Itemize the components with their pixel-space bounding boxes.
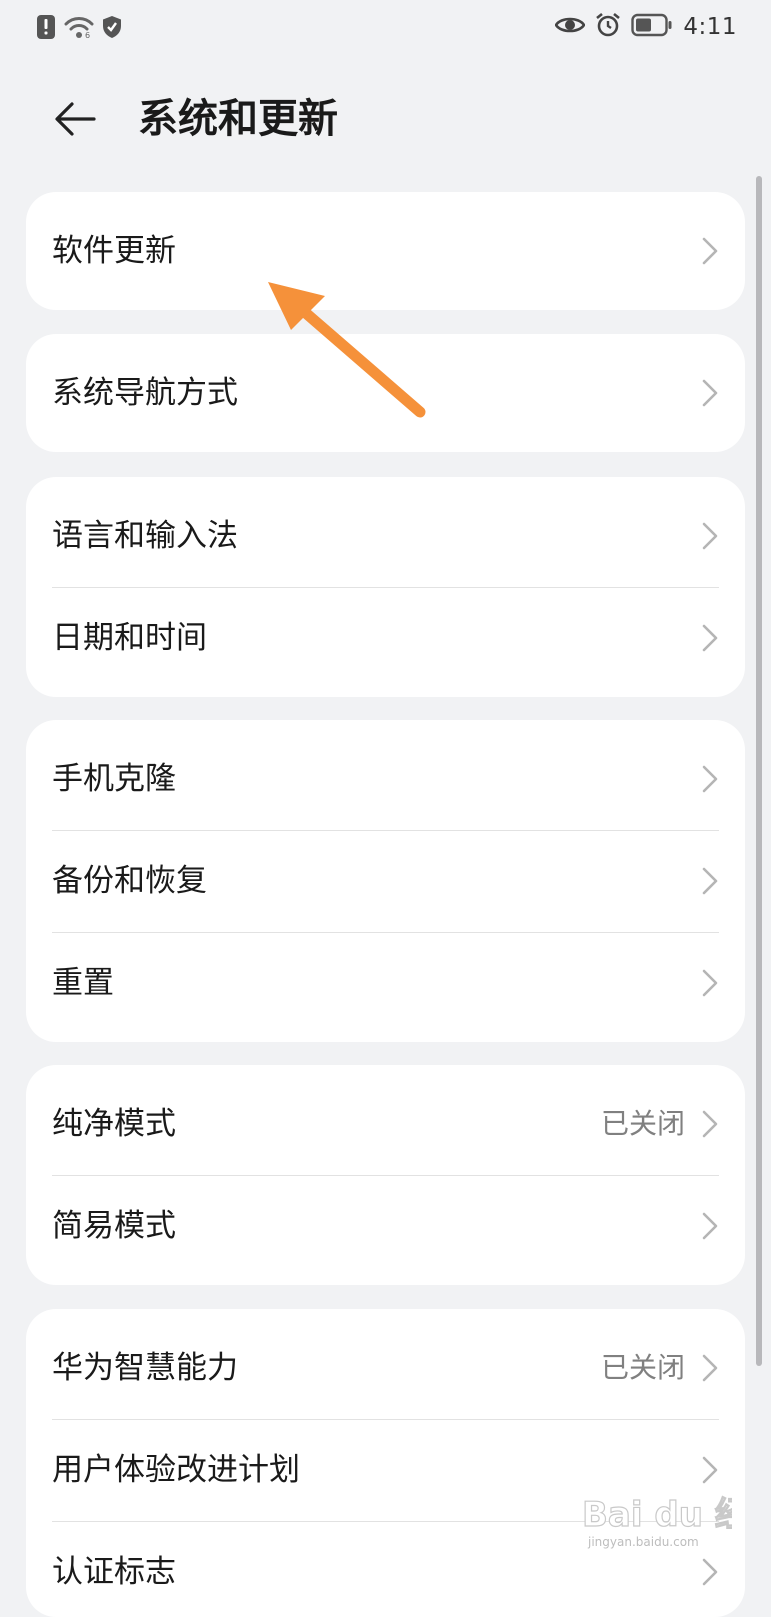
item-label: 系统导航方式 [52, 375, 238, 411]
chevron-right-icon [702, 624, 718, 652]
settings-card-backup-reset: 手机克隆 备份和恢复 重置 [26, 720, 745, 1042]
page-title: 系统和更新 [138, 96, 338, 142]
item-label: 简易模式 [52, 1208, 176, 1244]
battery-icon [631, 13, 673, 41]
watermark-text: Bai du 经验 [582, 1495, 732, 1535]
settings-item-phone-clone[interactable]: 手机克隆 [26, 728, 745, 830]
item-label: 用户体验改进计划 [52, 1452, 300, 1488]
wifi-icon: 6 [64, 15, 94, 43]
item-label: 软件更新 [52, 233, 176, 269]
settings-card-navigation: 系统导航方式 [26, 334, 745, 452]
chevron-right-icon [702, 237, 718, 265]
chevron-right-icon [702, 1456, 718, 1484]
settings-item-backup-restore[interactable]: 备份和恢复 [26, 830, 745, 932]
eye-icon [554, 14, 586, 40]
status-bar: 6 4:11 [0, 0, 771, 58]
settings-item-reset[interactable]: 重置 [26, 932, 745, 1034]
chevron-right-icon [702, 969, 718, 997]
settings-card-modes: 纯净模式 已关闭 简易模式 [26, 1065, 745, 1285]
item-status-value: 已关闭 [600, 1107, 685, 1140]
back-arrow-icon [55, 102, 96, 136]
settings-item-software-update[interactable]: 软件更新 [26, 192, 745, 310]
shield-icon [102, 15, 122, 43]
settings-card-intelligence: 华为智慧能力 已关闭 用户体验改进计划 认证标志 [26, 1309, 745, 1617]
item-label: 备份和恢复 [52, 863, 207, 899]
chevron-right-icon [702, 1558, 718, 1586]
item-label: 重置 [52, 965, 114, 1001]
settings-item-simple-mode[interactable]: 简易模式 [26, 1175, 745, 1277]
item-label: 认证标志 [52, 1554, 176, 1590]
svg-text:6: 6 [85, 31, 90, 39]
chevron-right-icon [702, 867, 718, 895]
alert-icon [36, 14, 56, 44]
item-label: 纯净模式 [52, 1106, 176, 1142]
app-header: 系统和更新 [0, 78, 771, 162]
status-time: 4:11 [683, 14, 737, 40]
settings-item-huawei-intelligence[interactable]: 华为智慧能力 已关闭 [26, 1317, 745, 1419]
settings-card-software-update: 软件更新 [26, 192, 745, 310]
settings-item-date-time[interactable]: 日期和时间 [26, 587, 745, 689]
chevron-right-icon [702, 379, 718, 407]
item-label: 手机克隆 [52, 761, 176, 797]
item-label: 华为智慧能力 [52, 1350, 238, 1386]
item-status-value: 已关闭 [600, 1351, 685, 1384]
back-button[interactable] [48, 94, 104, 144]
chevron-right-icon [702, 765, 718, 793]
settings-item-language-input[interactable]: 语言和输入法 [26, 485, 745, 587]
watermark-subtext: jingyan.baidu.com [587, 1535, 699, 1549]
scrollbar[interactable] [756, 176, 762, 1366]
chevron-right-icon [702, 1110, 718, 1138]
baidu-watermark: Bai du 经验 jingyan.baidu.com [582, 1494, 732, 1549]
chevron-right-icon [702, 1212, 718, 1240]
alarm-icon [595, 12, 621, 42]
chevron-right-icon [702, 522, 718, 550]
settings-item-system-navigation[interactable]: 系统导航方式 [26, 334, 745, 452]
item-label: 日期和时间 [52, 620, 207, 656]
chevron-right-icon [702, 1354, 718, 1382]
item-label: 语言和输入法 [52, 518, 238, 554]
settings-item-pure-mode[interactable]: 纯净模式 已关闭 [26, 1073, 745, 1175]
settings-card-language-time: 语言和输入法 日期和时间 [26, 477, 745, 697]
